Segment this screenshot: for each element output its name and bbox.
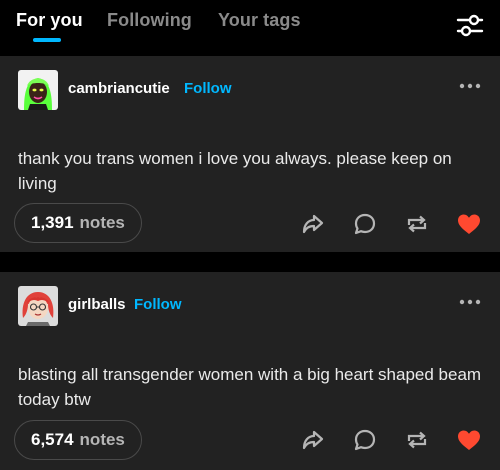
top-tab-bar: For you Following Your tags xyxy=(0,0,500,56)
tab-for-you[interactable]: For you xyxy=(16,10,83,31)
post-card: cambriancutie Follow thank you trans wom… xyxy=(0,56,500,252)
heart-icon[interactable] xyxy=(456,211,482,237)
reblog-icon[interactable] xyxy=(404,211,430,237)
notes-count: 6,574 xyxy=(31,430,74,449)
sliders-icon[interactable] xyxy=(455,10,485,40)
avatar[interactable] xyxy=(18,286,58,326)
more-options-icon[interactable] xyxy=(456,294,484,310)
post-body-text: blasting all transgender women with a bi… xyxy=(18,365,482,409)
post-separator xyxy=(0,252,500,272)
follow-button[interactable]: Follow xyxy=(134,296,182,313)
notes-button[interactable]: 1,391 notes xyxy=(14,203,142,243)
tab-following[interactable]: Following xyxy=(107,10,192,31)
post-card: girlballs Follow blasting all transgende… xyxy=(0,272,500,470)
heart-icon[interactable] xyxy=(456,427,482,453)
share-icon[interactable] xyxy=(300,427,326,453)
reblog-icon[interactable] xyxy=(404,427,430,453)
notes-count: 1,391 xyxy=(31,213,74,232)
more-options-icon[interactable] xyxy=(456,78,484,94)
post-body-text: thank you trans women i love you always.… xyxy=(18,149,452,193)
share-icon[interactable] xyxy=(300,211,326,237)
avatar-red-hair-icon xyxy=(18,286,58,326)
active-tab-indicator xyxy=(33,38,61,42)
avatar-green-hair-icon xyxy=(18,70,58,110)
tab-your-tags[interactable]: Your tags xyxy=(218,10,301,31)
notes-button[interactable]: 6,574 notes xyxy=(14,420,142,460)
reply-icon[interactable] xyxy=(352,211,378,237)
notes-label: notes xyxy=(79,213,125,232)
follow-button[interactable]: Follow xyxy=(184,80,232,97)
post-username[interactable]: cambriancutie xyxy=(68,80,170,97)
avatar[interactable] xyxy=(18,70,58,110)
reply-icon[interactable] xyxy=(352,427,378,453)
post-username[interactable]: girlballs xyxy=(68,296,126,313)
notes-label: notes xyxy=(79,430,125,449)
